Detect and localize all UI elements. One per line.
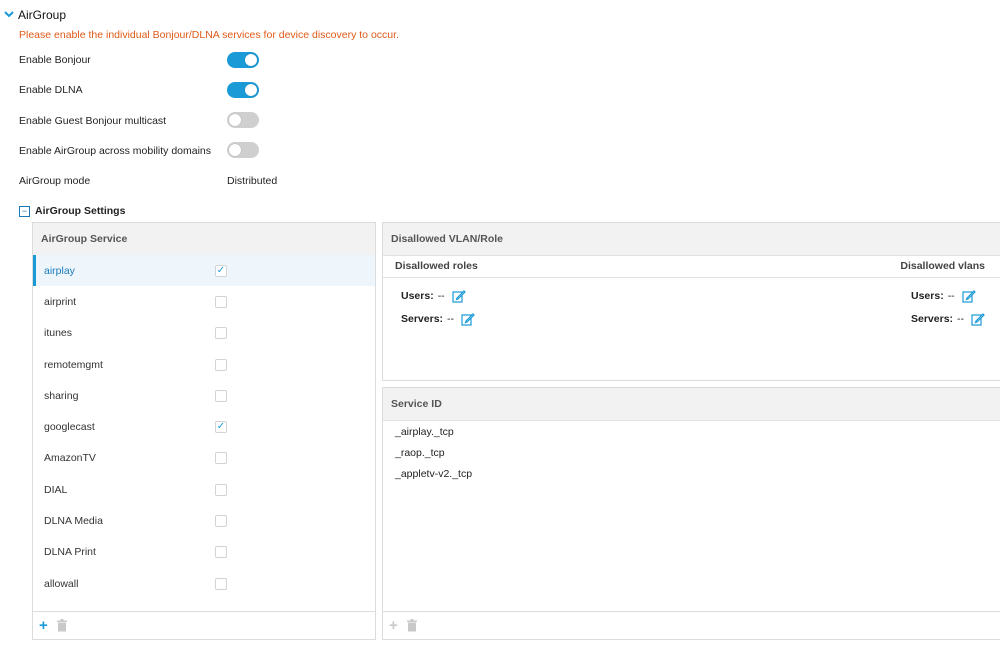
- enable-mobility-domains-label: Enable AirGroup across mobility domains: [19, 145, 212, 157]
- service-checkbox[interactable]: [215, 515, 227, 528]
- service-checkbox[interactable]: [215, 327, 227, 340]
- airgroup-service-panel: AirGroup Service airplay ✓ airprint itun…: [32, 222, 376, 640]
- edit-icon[interactable]: [461, 312, 475, 326]
- service-row-remotemgmt[interactable]: remotemgmt: [33, 349, 375, 380]
- roles-servers-line: Servers: --: [401, 312, 475, 326]
- service-checkbox[interactable]: [215, 295, 227, 308]
- service-row-dlna-media[interactable]: DLNA Media: [33, 505, 375, 536]
- toggle-knob: [229, 144, 241, 156]
- service-id-item[interactable]: _raop._tcp: [395, 447, 445, 459]
- users-roles-value: --: [437, 290, 445, 302]
- service-panel-footer: +: [33, 611, 375, 639]
- vlans-users-line: Users: --: [911, 289, 976, 303]
- roles-users-line: Users: --: [401, 289, 466, 303]
- airgroup-mode-label: AirGroup mode: [19, 175, 91, 187]
- airgroup-section-header[interactable]: AirGroup: [0, 6, 66, 24]
- users-vlans-value: --: [947, 290, 955, 302]
- service-row-amazontv[interactable]: AmazonTV: [33, 443, 375, 474]
- section-title: AirGroup: [18, 8, 67, 22]
- service-name: remotemgmt: [44, 358, 103, 371]
- service-checkbox[interactable]: [215, 452, 227, 465]
- chevron-down-icon[interactable]: [0, 10, 18, 21]
- service-id-item[interactable]: _airplay._tcp: [395, 426, 454, 438]
- service-row-airprint[interactable]: airprint: [33, 286, 375, 317]
- airgroup-settings-title: AirGroup Settings: [35, 205, 126, 217]
- collapse-icon[interactable]: −: [19, 205, 30, 217]
- airgroup-settings-header[interactable]: − AirGroup Settings: [19, 205, 125, 217]
- service-checkbox[interactable]: [215, 577, 227, 590]
- notice-text: Please enable the individual Bonjour/DLN…: [19, 29, 399, 41]
- servers-label: Servers:: [911, 313, 954, 325]
- vlans-servers-line: Servers: --: [911, 312, 985, 326]
- service-name: googlecast: [44, 421, 95, 434]
- service-checkbox[interactable]: ✓: [215, 264, 227, 277]
- service-row-allowall[interactable]: allowall: [33, 568, 375, 599]
- add-icon[interactable]: +: [39, 618, 48, 633]
- trash-icon[interactable]: [56, 619, 68, 632]
- service-checkbox[interactable]: [215, 358, 227, 371]
- edit-icon[interactable]: [452, 289, 466, 303]
- disallowed-subheader: Disallowed roles Disallowed vlans: [383, 255, 1000, 278]
- toggle-knob: [245, 54, 257, 66]
- servers-roles-value: --: [447, 313, 455, 325]
- edit-icon[interactable]: [971, 312, 985, 326]
- disallowed-vlan-role-panel: Disallowed VLAN/Role Disallowed roles Di…: [382, 222, 1000, 381]
- service-row-sharing[interactable]: sharing: [33, 380, 375, 411]
- service-name: sharing: [44, 389, 79, 402]
- users-label: Users:: [401, 290, 434, 302]
- service-row-dial[interactable]: DIAL: [33, 474, 375, 505]
- service-name: allowall: [44, 577, 79, 590]
- enable-mobility-domains-toggle[interactable]: [227, 142, 259, 158]
- service-name: DLNA Print: [44, 546, 96, 559]
- enable-dlna-label: Enable DLNA: [19, 84, 83, 96]
- service-name: DIAL: [44, 483, 68, 496]
- enable-guest-bonjour-toggle[interactable]: [227, 112, 259, 128]
- add-icon[interactable]: +: [389, 618, 398, 633]
- enable-dlna-toggle[interactable]: [227, 82, 259, 98]
- service-name: itunes: [44, 327, 73, 340]
- enable-guest-bonjour-label: Enable Guest Bonjour multicast: [19, 115, 167, 127]
- service-checkbox[interactable]: ✓: [215, 421, 227, 434]
- service-row-googlecast[interactable]: googlecast ✓: [33, 411, 375, 442]
- enable-bonjour-toggle[interactable]: [227, 52, 259, 68]
- toggle-knob: [229, 114, 241, 126]
- service-name: airprint: [44, 295, 77, 308]
- service-checkbox[interactable]: [215, 389, 227, 402]
- service-row-itunes[interactable]: itunes: [33, 318, 375, 349]
- disallowed-vlan-role-header: Disallowed VLAN/Role: [383, 223, 1000, 256]
- service-name: AmazonTV: [44, 452, 96, 465]
- disallowed-roles-header: Disallowed roles: [395, 260, 478, 272]
- service-checkbox[interactable]: [215, 483, 227, 496]
- service-id-panel: Service ID _airplay._tcp _raop._tcp _app…: [382, 387, 1000, 640]
- service-name: DLNA Media: [44, 515, 103, 528]
- service-name: airplay: [44, 264, 75, 277]
- airgroup-mode-value: Distributed: [227, 175, 278, 187]
- users-label: Users:: [911, 290, 944, 302]
- servers-vlans-value: --: [957, 313, 965, 325]
- edit-icon[interactable]: [962, 289, 976, 303]
- disallowed-vlans-header: Disallowed vlans: [900, 260, 985, 272]
- service-row-airplay[interactable]: airplay ✓: [33, 255, 375, 287]
- servers-label: Servers:: [401, 313, 444, 325]
- service-id-header: Service ID: [383, 388, 1000, 421]
- service-row-dlna-print[interactable]: DLNA Print: [33, 537, 375, 568]
- toggle-knob: [245, 84, 257, 96]
- enable-bonjour-label: Enable Bonjour: [19, 54, 91, 66]
- service-list: airplay ✓ airprint itunes remotemgmt sha…: [33, 255, 375, 599]
- trash-icon[interactable]: [406, 619, 418, 632]
- service-id-item[interactable]: _appletv-v2._tcp: [395, 468, 472, 480]
- airgroup-service-header: AirGroup Service: [33, 223, 375, 256]
- service-id-footer: +: [383, 611, 1000, 639]
- service-checkbox[interactable]: [215, 546, 227, 559]
